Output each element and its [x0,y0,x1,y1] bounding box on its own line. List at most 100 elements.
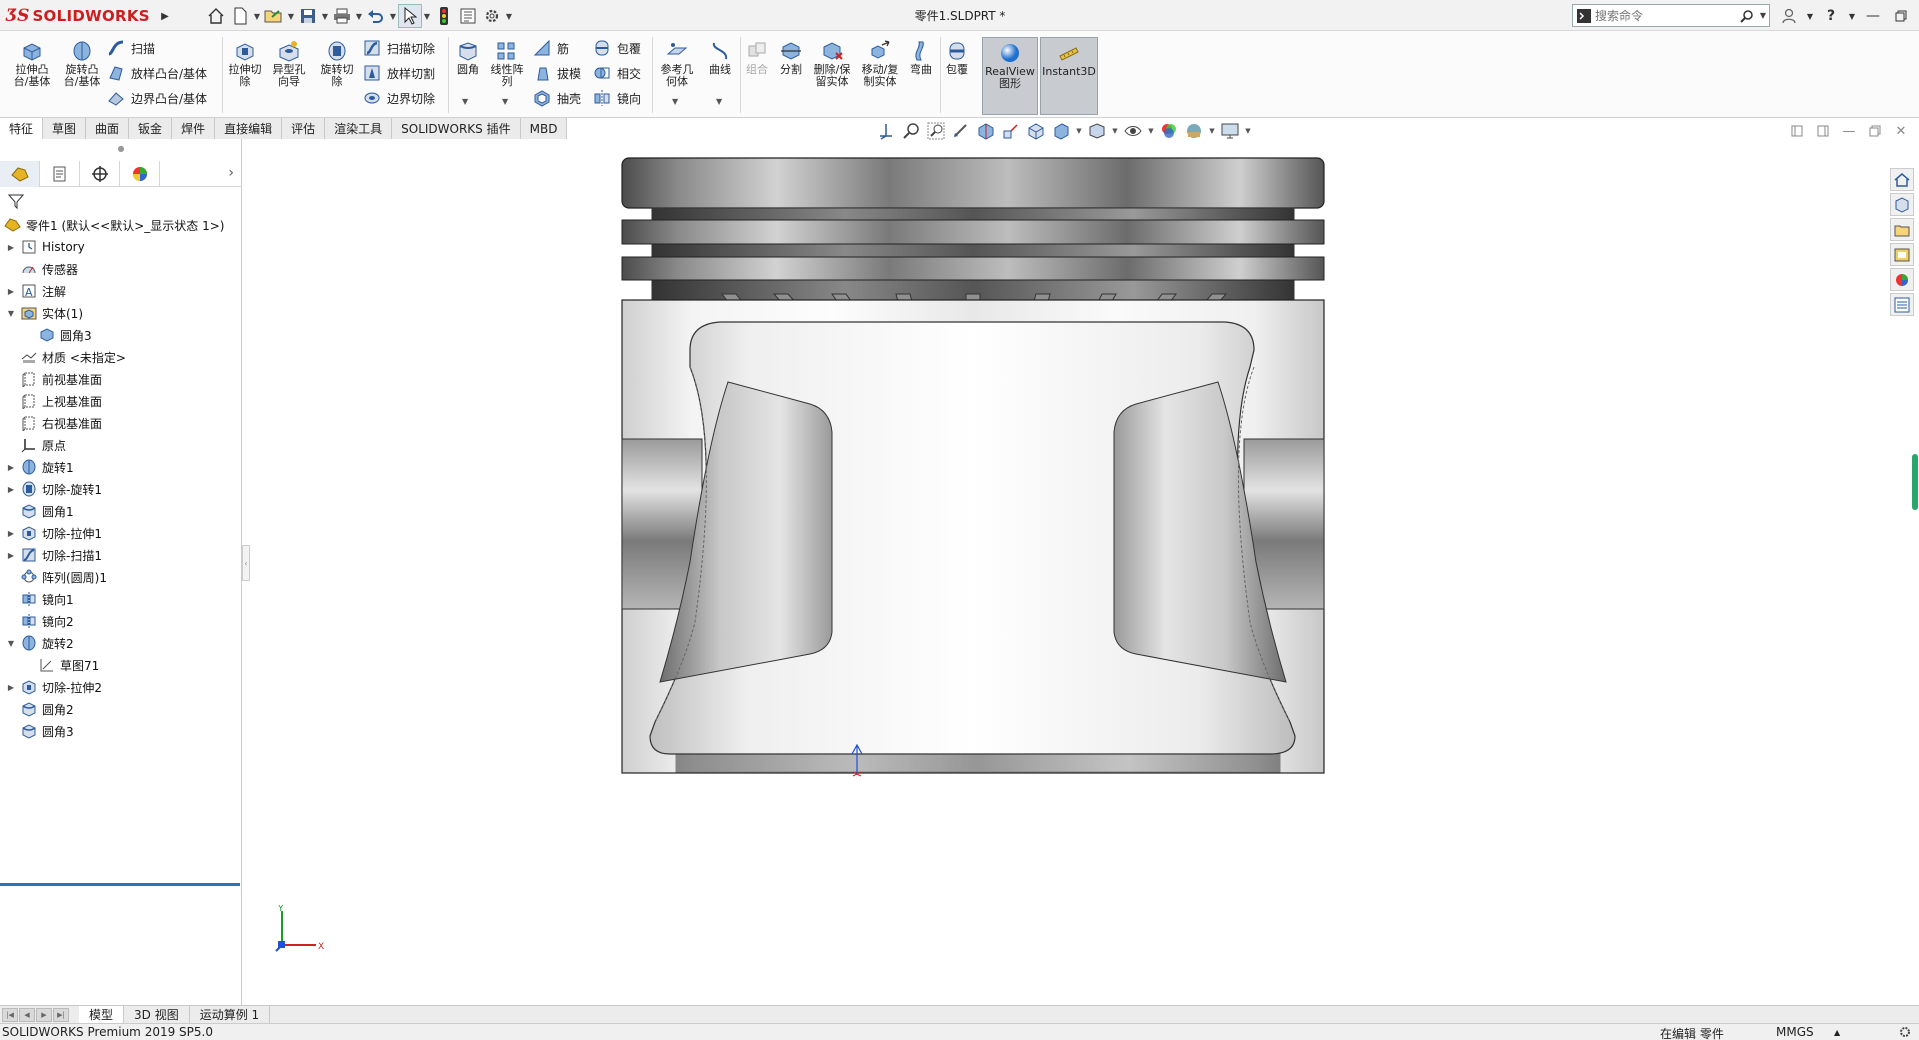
chevron-right-icon[interactable]: › [228,165,234,181]
command-tab[interactable]: 渲染工具 [325,118,393,139]
tree-item[interactable]: 右视基准面 [0,412,242,434]
tree-item[interactable]: ▶ 切除-旋转1 [0,478,242,500]
tree-root-part[interactable]: 零件1 (默认<<默认>_显示状态 1>) [0,214,242,236]
expand-caret-icon[interactable]: ▶ [6,528,16,538]
tree-item[interactable]: 阵列(圆周)1 [0,566,242,588]
dynamic-annotation-icon[interactable] [999,120,1023,142]
expand-caret-icon[interactable]: ▶ [6,550,16,560]
apply-scene-icon[interactable] [1182,120,1206,142]
home-icon[interactable] [204,4,228,28]
tree-item[interactable]: 圆角2 [0,698,242,720]
zoom-area-icon[interactable] [924,120,948,142]
tree-item[interactable]: 原点 [0,434,242,456]
command-tab[interactable]: 焊件 [172,118,216,139]
appearances-icon[interactable] [1890,268,1914,291]
sweep-cut-button[interactable]: 扫描切除 [362,37,435,59]
command-prompt-icon[interactable] [1573,5,1595,26]
reference-geometry-button[interactable]: 参考几 何体 [656,39,698,88]
bottom-tab[interactable]: 运动算例 1 [190,1005,271,1024]
edit-appearance-icon[interactable] [1157,120,1181,142]
expand-caret-icon[interactable]: ▶ [6,484,16,494]
command-tab[interactable]: 钣金 [129,118,173,139]
move-copy-body-button[interactable]: 移动/复 制实体 [858,39,902,88]
command-tab[interactable]: MBD [520,118,568,139]
restore-icon[interactable] [1888,4,1914,28]
tree-item[interactable]: 材质 <未指定> [0,346,242,368]
menu-expand-arrow[interactable]: ▶ [156,4,174,28]
revolve-cut-button[interactable]: 旋转切 除 [316,39,358,88]
property-manager-tab-icon[interactable] [40,160,80,187]
command-tab[interactable]: 直接编辑 [215,118,283,139]
intersect-button[interactable]: 相交 [592,62,641,84]
rollback-bar[interactable] [0,883,240,886]
hide-show-items-icon[interactable] [1121,120,1145,142]
command-tab[interactable]: 特征 [0,118,44,139]
view-orientation-axis-icon[interactable] [874,120,898,142]
chevron-down-icon[interactable]: ▼ [1207,120,1217,142]
command-tab[interactable]: 曲面 [86,118,130,139]
chevron-down-icon[interactable]: ▼ [354,4,364,28]
view-orientation-icon[interactable] [1049,120,1073,142]
tree-item[interactable]: 镜向1 [0,588,242,610]
print-icon[interactable] [330,4,354,28]
tree-item[interactable]: ▶ History [0,236,242,258]
loft-cut-button[interactable]: 放样切割 [362,62,435,84]
3d-view-icon[interactable] [1024,120,1048,142]
filter-icon[interactable] [6,191,26,211]
prev-tab-icon[interactable]: ◀ [19,1007,35,1022]
rib-button[interactable]: 筋 [532,37,569,59]
file-properties-icon[interactable] [456,4,480,28]
vertical-scroll-indicator[interactable] [1912,454,1918,510]
first-tab-icon[interactable]: |◀ [2,1007,18,1022]
feature-manager-tab-icon[interactable] [0,160,40,187]
new-document-icon[interactable] [228,4,252,28]
curves-button[interactable]: 曲线 [702,39,738,76]
display-style-icon[interactable] [1085,120,1109,142]
undo-icon[interactable] [364,4,388,28]
tree-item[interactable]: ▶ A 注解 [0,280,242,302]
linear-pattern-button[interactable]: 线性阵 列 [486,39,528,88]
chevron-up-icon[interactable]: ▲ [1834,1028,1840,1037]
view-settings-monitor-icon[interactable] [1218,120,1242,142]
chevron-down-icon[interactable]: ▼ [1110,120,1120,142]
unit-system-selector[interactable]: MMGS [1776,1025,1814,1039]
expand-caret-icon[interactable]: ▶ [6,462,16,472]
chevron-down-icon[interactable]: ▼ [462,97,468,106]
tree-item[interactable]: 草图71 [0,654,242,676]
piston-model[interactable] [250,142,1880,1005]
search-icon[interactable] [1737,5,1757,26]
instant3d-button[interactable]: Instant3D [1040,37,1098,115]
user-icon[interactable] [1776,4,1802,28]
fillet-button[interactable]: 圆角 [450,39,486,76]
design-library-icon[interactable] [1890,193,1914,216]
next-tab-icon[interactable]: ▶ [36,1007,52,1022]
solidworks-logo[interactable]: ƷS SOLIDWORKS [6,4,150,28]
sweep-button[interactable]: 扫描 [106,37,155,59]
chevron-down-icon[interactable]: ▼ [252,4,262,28]
options-gear-icon[interactable] [480,4,504,28]
chevron-down-icon[interactable]: ▼ [502,97,508,106]
shell-button[interactable]: 抽壳 [532,87,581,109]
boundary-cut-button[interactable]: 边界切除 [362,87,435,109]
tree-item[interactable]: 传感器 [0,258,242,280]
pane-left-icon[interactable] [1786,121,1808,141]
command-tab[interactable]: SOLIDWORKS 插件 [392,118,521,139]
draft-button[interactable]: 拔模 [532,62,581,84]
section-view-icon[interactable] [974,120,998,142]
solidworks-resources-home-icon[interactable] [1890,168,1914,191]
chevron-down-icon[interactable]: ▼ [504,4,514,28]
configuration-manager-tab-icon[interactable] [80,160,120,187]
combine-button[interactable]: 组合 [742,39,772,76]
realview-graphics-button[interactable]: RealView 图形 [982,37,1038,115]
panel-splitter-handle[interactable]: ‹ [242,545,250,581]
collapse-caret-icon[interactable]: ▼ [6,308,16,318]
graphics-area[interactable] [250,142,1880,1005]
zoom-to-fit-icon[interactable] [899,120,923,142]
help-icon[interactable]: ? [1818,4,1844,28]
doc-minimize-icon[interactable]: — [1838,121,1860,141]
revolve-boss-button[interactable]: 旋转凸 台/基体 [58,39,106,88]
tree-item[interactable]: 圆角3 [0,720,242,742]
command-tab[interactable]: 评估 [282,118,326,139]
expand-caret-icon[interactable]: ▶ [6,286,16,296]
display-manager-tab-icon[interactable] [120,160,160,187]
